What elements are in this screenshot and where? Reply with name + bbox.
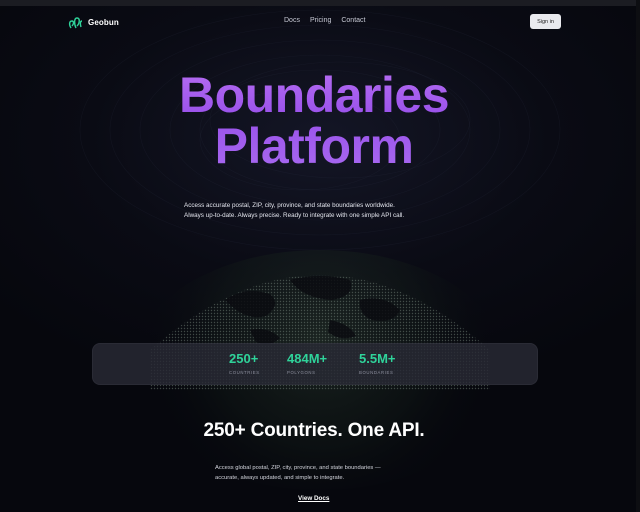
hero-title-line-2: Platform <box>214 118 414 174</box>
stat-polygons: 484M+ POLYGONS <box>287 351 327 375</box>
stat-label: POLYGONS <box>287 370 316 375</box>
stat-value: 250+ <box>229 351 259 366</box>
section-description-line-2: accurate, always updated, and simple to … <box>215 474 345 481</box>
brand-logo[interactable]: Geobun <box>68 15 119 29</box>
section-title: 250+ Countries. One API. <box>203 420 425 441</box>
top-navigation: Geobun Docs Pricing Contact Sign in <box>0 10 640 34</box>
section-description: Access global postal, ZIP, city, provinc… <box>215 464 435 483</box>
view-docs-link[interactable]: View Docs <box>298 495 329 502</box>
hero-subtitle-line-1: Access accurate postal, ZIP, city, provi… <box>184 202 395 209</box>
landing-page: Geobun Docs Pricing Contact Sign in Boun… <box>0 0 640 512</box>
hero-title: Boundaries Platform <box>0 70 628 172</box>
nav-link-pricing[interactable]: Pricing <box>310 17 331 24</box>
stat-label: BOUNDARIES <box>359 370 394 375</box>
sign-in-button[interactable]: Sign in <box>530 14 561 29</box>
nav-links: Docs Pricing Contact <box>284 17 365 24</box>
section-description-line-1: Access global postal, ZIP, city, provinc… <box>215 465 381 471</box>
browser-top-strip <box>0 0 640 6</box>
nav-link-docs[interactable]: Docs <box>284 17 300 24</box>
stat-value: 5.5M+ <box>359 351 396 366</box>
stat-label: COUNTRIES <box>229 370 260 375</box>
hero-title-line-1: Boundaries <box>178 67 450 123</box>
map-pin-cluster-icon <box>68 17 83 29</box>
stat-value: 484M+ <box>287 351 328 366</box>
stat-boundaries: 5.5M+ BOUNDARIES <box>359 351 396 375</box>
nav-link-contact[interactable]: Contact <box>341 17 365 24</box>
hero-subtitle: Access accurate postal, ZIP, city, provi… <box>184 201 484 221</box>
window-edge <box>636 0 640 512</box>
brand-name: Geobun <box>88 17 119 27</box>
stat-countries: 250+ COUNTRIES <box>229 351 260 375</box>
hero-subtitle-line-2: Always up-to-date. Always precise. Ready… <box>184 212 405 219</box>
stats-card: 250+ COUNTRIES 484M+ POLYGONS 5.5M+ BOUN… <box>92 343 538 385</box>
